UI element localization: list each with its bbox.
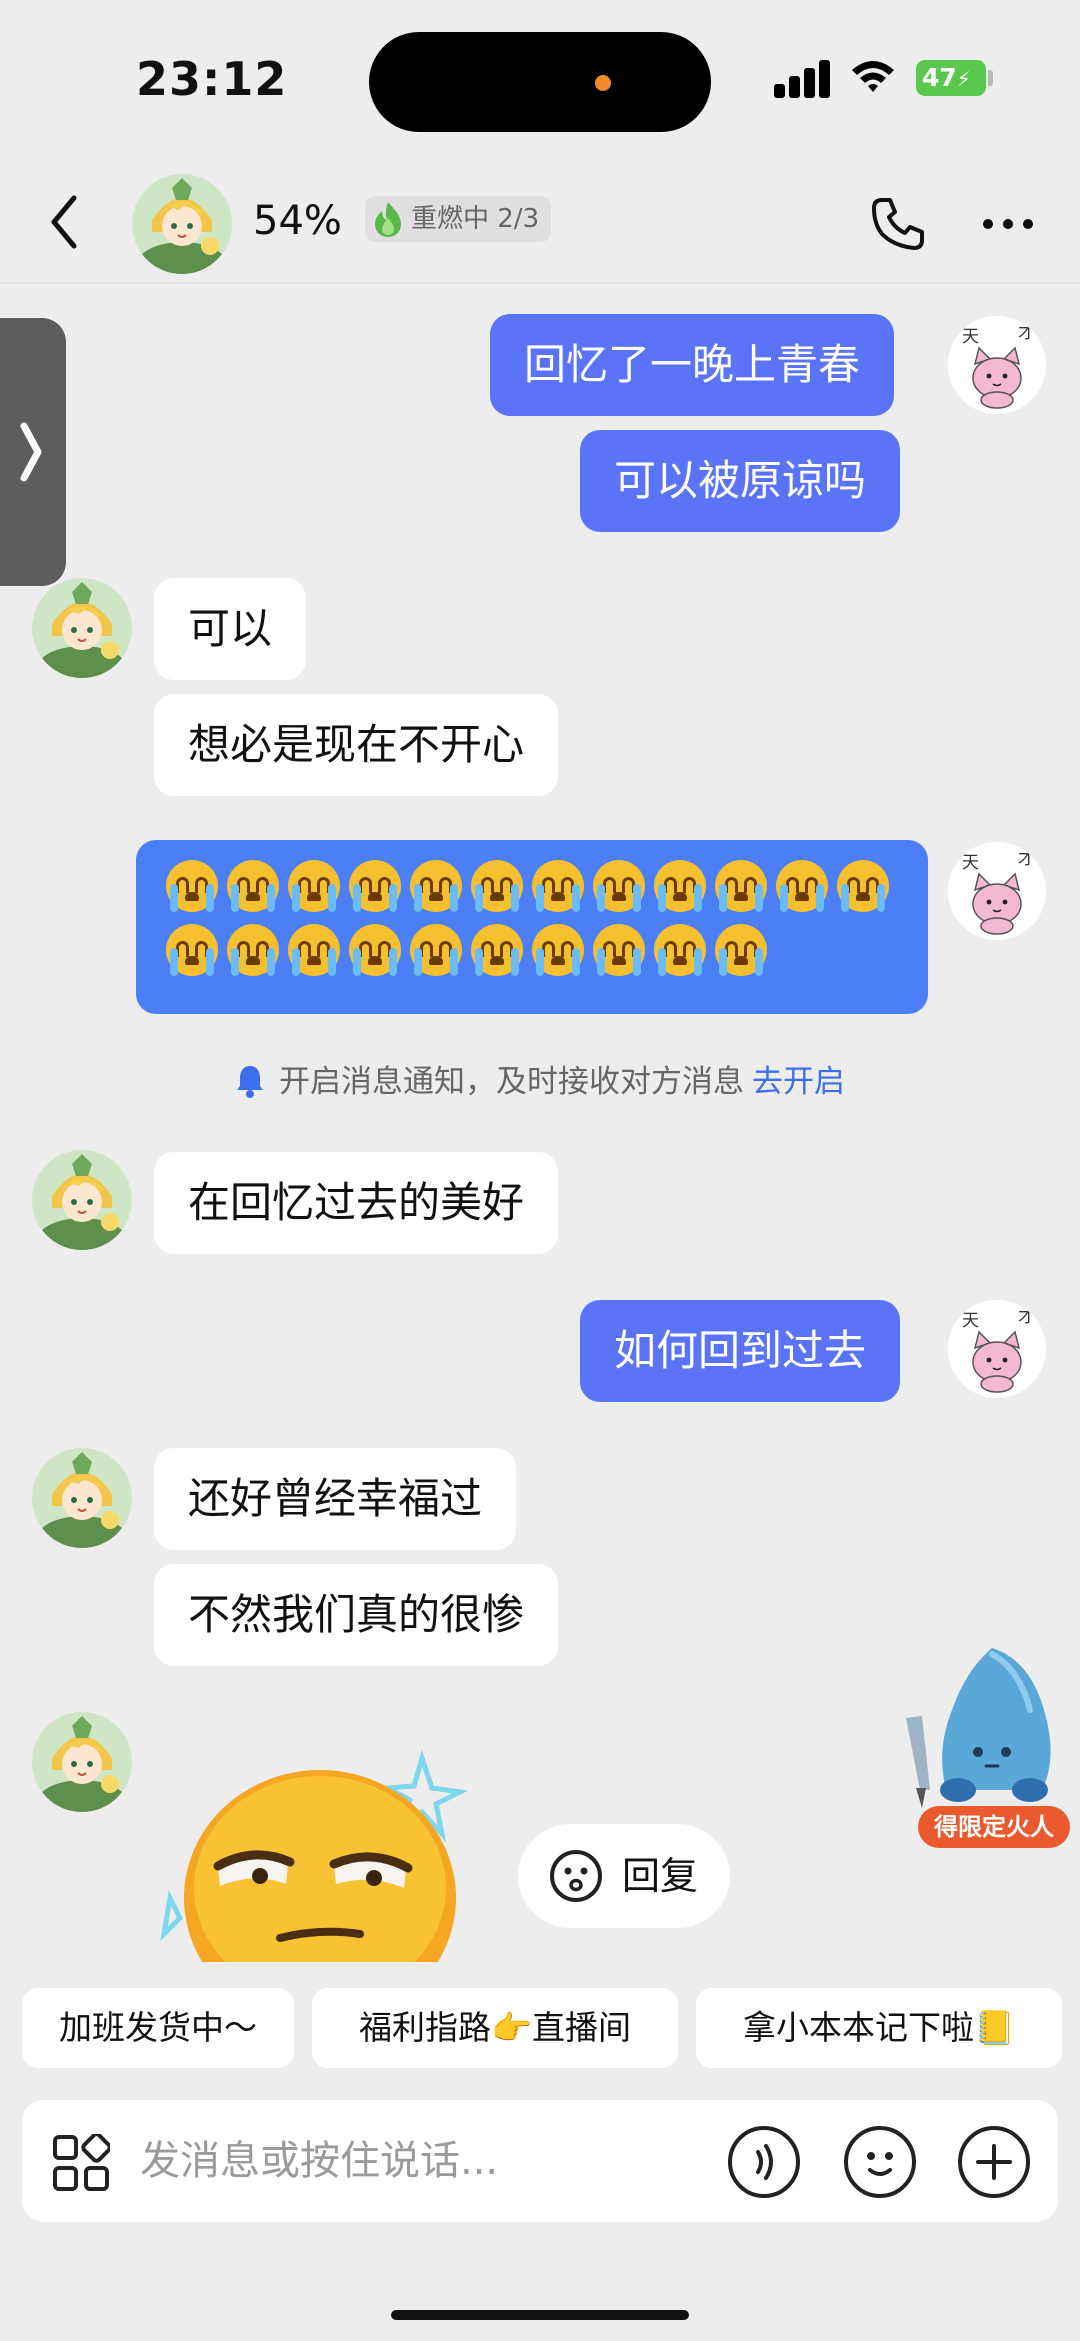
voice-icon[interactable]	[728, 2126, 800, 2198]
loudly-crying-face-icon	[288, 924, 340, 976]
back-icon[interactable]	[40, 190, 90, 254]
my-avatar[interactable]	[948, 1300, 1046, 1398]
chevron-right-icon	[20, 422, 42, 482]
loudly-crying-face-icon	[532, 860, 584, 912]
message-input[interactable]	[140, 2130, 730, 2192]
header-divider	[0, 282, 1080, 284]
home-indicator	[391, 2310, 689, 2320]
message-bubble-received[interactable]: 不然我们真的很惨	[154, 1564, 559, 1666]
loudly-crying-face-icon	[349, 860, 401, 912]
battery-level: 47	[922, 63, 957, 92]
emoji-icon[interactable]	[844, 2126, 916, 2198]
fire-status-badge[interactable]: 重燃中 2/3	[365, 196, 552, 242]
promo-label[interactable]: 得限定火人	[918, 1806, 1070, 1848]
wifi-icon	[852, 61, 894, 92]
loudly-crying-face-icon	[227, 860, 279, 912]
loudly-crying-face-icon	[349, 924, 401, 976]
fire-status-text: 重燃中 2/3	[411, 204, 540, 234]
side-expand-tab[interactable]	[0, 318, 66, 586]
loudly-crying-face-icon	[410, 924, 462, 976]
emoji-row	[166, 924, 906, 976]
contact-avatar[interactable]	[32, 1150, 132, 1250]
loudly-crying-face-icon	[166, 860, 218, 912]
message-bubble-sent[interactable]: 回忆了一晚上青春	[490, 314, 895, 416]
status-bar: 23:12 47⚡	[0, 0, 1080, 160]
message-bubble-received[interactable]: 可以	[154, 578, 307, 680]
status-time: 23:12	[136, 52, 288, 106]
battery-charging-icon: 47⚡	[916, 60, 986, 96]
battery-tip	[988, 70, 993, 86]
loudly-crying-face-icon	[288, 860, 340, 912]
quick-reply-chip[interactable]: 福利指路👉直播间	[312, 1988, 678, 2068]
emoji-icon	[550, 1850, 602, 1902]
reply-button[interactable]: 回复	[518, 1824, 730, 1928]
loudly-crying-face-icon	[654, 860, 706, 912]
notice-text: 开启消息通知，及时接收对方消息	[279, 1064, 744, 1100]
contact-avatar[interactable]	[32, 1712, 132, 1812]
loudly-crying-face-icon	[654, 924, 706, 976]
spark-percent: 54%	[253, 198, 342, 244]
quick-reply-bar: 加班发货中～ 福利指路👉直播间 拿小本本记下啦📒	[0, 1962, 1080, 2082]
loudly-crying-face-icon	[227, 924, 279, 976]
loudly-crying-face-icon	[166, 924, 218, 976]
smug-sun-sticker[interactable]	[160, 1748, 480, 1962]
camera-dot	[595, 75, 611, 91]
message-bubble-received[interactable]: 想必是现在不开心	[154, 694, 559, 796]
reply-label: 回复	[622, 1854, 699, 1898]
loudly-crying-face-icon	[471, 860, 523, 912]
loudly-crying-face-icon	[715, 924, 767, 976]
loudly-crying-face-icon	[593, 860, 645, 912]
dynamic-island	[369, 32, 711, 132]
my-avatar[interactable]	[948, 316, 1046, 414]
signal-icon	[774, 58, 832, 98]
quick-reply-chip[interactable]: 加班发货中～	[22, 1988, 294, 2068]
message-bubble-sent[interactable]: 可以被原谅吗	[580, 430, 901, 532]
message-bubble-received[interactable]: 在回忆过去的美好	[154, 1152, 559, 1254]
message-bubble-sent[interactable]: 如何回到过去	[580, 1300, 901, 1402]
contact-avatar[interactable]	[32, 1448, 132, 1548]
enable-notifications-link[interactable]: 去开启	[752, 1064, 845, 1100]
more-icon[interactable]	[980, 204, 1036, 244]
contact-avatar[interactable]	[32, 578, 132, 678]
loudly-crying-face-icon	[532, 924, 584, 976]
loudly-crying-face-icon	[471, 924, 523, 976]
my-avatar[interactable]	[948, 842, 1046, 940]
emoji-row	[166, 860, 906, 912]
loudly-crying-face-icon	[410, 860, 462, 912]
chat-header: 54% 重燃中 2/3	[0, 160, 1080, 284]
notification-notice: 开启消息通知，及时接收对方消息 去开启	[0, 1056, 1080, 1101]
quick-reply-chip[interactable]: 拿小本本记下啦📒	[696, 1988, 1062, 2068]
message-bubble-received[interactable]: 还好曾经幸福过	[154, 1448, 517, 1550]
message-bubble-emoji[interactable]	[136, 840, 928, 1014]
loudly-crying-face-icon	[837, 860, 889, 912]
phone-icon[interactable]	[868, 194, 928, 254]
flame-icon	[375, 202, 401, 237]
contact-avatar[interactable]	[132, 174, 232, 274]
loudly-crying-face-icon	[715, 860, 767, 912]
apps-icon[interactable]	[52, 2134, 110, 2192]
loudly-crying-face-icon	[776, 860, 828, 912]
bell-icon	[237, 1066, 263, 1098]
message-input-bar	[22, 2100, 1058, 2222]
plus-icon[interactable]	[958, 2126, 1030, 2198]
loudly-crying-face-icon	[593, 924, 645, 976]
